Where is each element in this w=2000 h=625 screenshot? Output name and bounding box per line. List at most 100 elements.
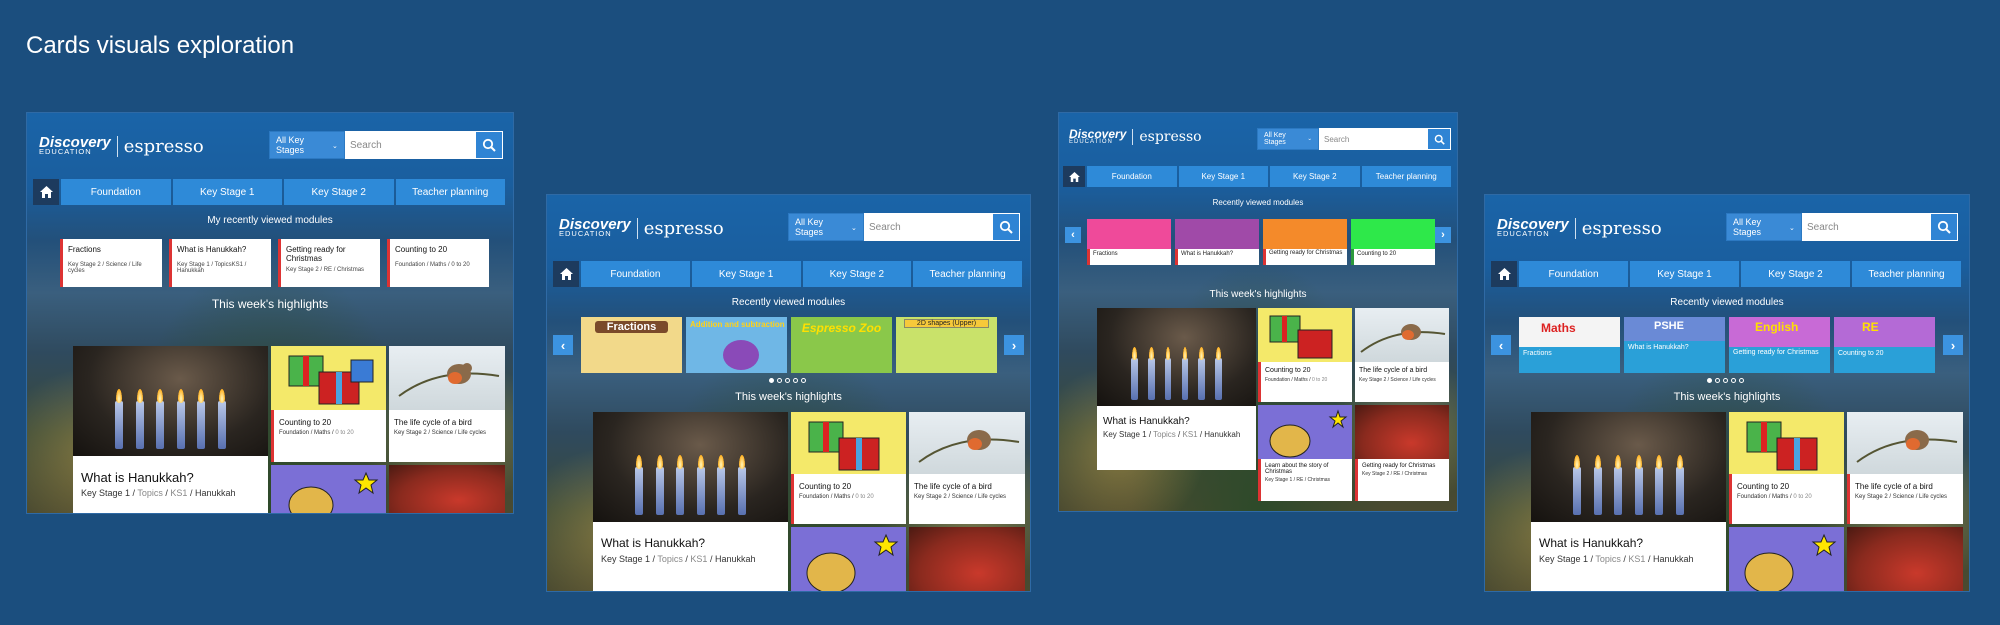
highlight-card-kings[interactable] [1729,527,1844,591]
chevron-right-icon: › [1441,229,1445,241]
highlights-heading: This week's highlights [735,391,842,403]
highlight-meta: Key Stage 2 / Science / Life cycles [1359,377,1436,383]
carousel-prev-button[interactable]: ‹ [1491,335,1511,355]
search-input[interactable]: Search [1802,213,1930,241]
tab-foundation[interactable]: Foundation [1519,261,1628,287]
recent-thumb[interactable]: 2D shapes (Upper) [896,317,997,373]
tab-key-stage-1[interactable]: Key Stage 1 [691,261,801,287]
recent-thumb[interactable]: Fractions [1087,219,1171,265]
brand-logo[interactable]: Discovery EDUCATION espresso [559,217,724,239]
frame-3: Discovery EDUCATION espresso All Key Stag… [1058,112,1458,512]
chevron-down-icon: ⌄ [850,222,857,232]
recent-thumb[interactable]: Espresso Zoo [791,317,892,373]
home-button[interactable] [33,179,59,205]
highlight-meta: Key Stage 2 / Science / Life cycles [394,430,487,436]
recent-module-card[interactable]: Counting to 20 Foundation / Maths / 0 to … [387,239,489,287]
recent-module-card[interactable]: Getting ready for Christmas Key Stage 2 /… [278,239,380,287]
search-button[interactable] [1930,213,1958,241]
carousel-next-button[interactable]: › [1435,227,1451,243]
tab-foundation[interactable]: Foundation [61,179,171,205]
search-input[interactable]: Search [345,131,475,159]
highlight-card-hanukkah[interactable]: What is Hanukkah? Key Stage 1 / Topics /… [73,346,268,513]
christmas-girl-image [909,527,1025,591]
highlight-card-story[interactable]: Learn about the story of Christmas Key S… [1258,405,1352,501]
tab-key-stage-2[interactable]: Key Stage 2 [1270,166,1360,187]
search-button[interactable] [475,131,503,159]
tab-key-stage-1[interactable]: Key Stage 1 [1630,261,1739,287]
christmas-girl-image [389,465,505,513]
recent-thumb[interactable]: Fractions [581,317,682,373]
key-stage-select[interactable]: All Key Stages ⌄ [1257,128,1319,150]
home-button[interactable] [553,261,579,287]
tab-key-stage-1[interactable]: Key Stage 1 [1178,166,1268,187]
recent-thumb[interactable]: English Getting ready for Christmas [1729,317,1830,373]
highlight-card-bird[interactable]: The life cycle of a bird Key Stage 2 / S… [1847,412,1963,524]
highlight-card-bird[interactable]: The life cycle of a bird Key Stage 2 / S… [909,412,1025,524]
key-stage-select[interactable]: All Key Stages ⌄ [269,131,345,159]
highlight-card-christmas[interactable] [1847,527,1963,591]
highlight-card-hanukkah[interactable]: What is Hanukkah? Key Stage 1 / Topics /… [1097,308,1256,470]
three-kings-image [791,527,906,591]
recent-thumb[interactable]: What is Hanukkah? [1175,219,1259,265]
recent-thumb[interactable]: RE Counting to 20 [1834,317,1935,373]
recent-thumb-label: Fractions [1087,249,1171,265]
search-input[interactable]: Search [864,213,992,241]
highlight-card-counting[interactable]: Counting to 20 Foundation / Maths / 0 to… [791,412,906,524]
key-stage-select[interactable]: All Key Stages ⌄ [788,213,864,241]
highlight-card-hanukkah[interactable]: What is Hanukkah? Key Stage 1 / Topics /… [593,412,788,591]
brand-espresso: espresso [643,217,724,239]
tab-teacher-planning[interactable]: Teacher planning [1361,166,1451,187]
tab-key-stage-2[interactable]: Key Stage 2 [284,179,394,205]
brand-logo[interactable]: Discovery EDUCATION espresso [39,135,204,157]
recent-thumb[interactable]: Counting to 20 [1351,219,1435,265]
highlight-meta: Key Stage 1 / RE / Christmas [1265,477,1331,483]
highlight-card-kings[interactable] [271,465,386,513]
recent-module-card[interactable]: What is Hanukkah? Key Stage 1 / TopicsKS1… [169,239,271,287]
recent-thumb[interactable]: Addition and subtraction [686,317,787,373]
highlight-title: Counting to 20 [1737,482,1790,491]
key-stage-select[interactable]: All Key Stages ⌄ [1726,213,1802,241]
recent-thumb[interactable]: PSHE What is Hanukkah? [1624,317,1725,373]
brand-logo[interactable]: Discovery EDUCATION espresso [1069,128,1202,146]
carousel-dots[interactable] [769,378,806,383]
highlight-card-counting[interactable]: Counting to 20 Foundation / Maths / 0 to… [1729,412,1844,524]
highlight-card-kings[interactable] [791,527,906,591]
tab-key-stage-2[interactable]: Key Stage 2 [802,261,912,287]
highlight-card-ready[interactable]: Getting ready for Christmas Key Stage 2 … [1355,405,1449,501]
carousel-prev-button[interactable]: ‹ [553,335,573,355]
recent-module-card[interactable]: Fractions Key Stage 2 / Science / Life cy… [60,239,162,287]
home-button[interactable] [1063,166,1085,187]
tab-foundation[interactable]: Foundation [1087,166,1177,187]
carousel-next-button[interactable]: › [1943,335,1963,355]
highlight-card-bird[interactable]: The life cycle of a bird Key Stage 2 / S… [1355,308,1449,402]
recent-thumb[interactable]: Getting ready for Christmas [1263,219,1347,265]
highlight-card-hanukkah[interactable]: What is Hanukkah? Key Stage 1 / Topics /… [1531,412,1726,591]
frame-4: Discovery EDUCATION espresso All Key Stag… [1484,194,1970,592]
carousel-dots[interactable] [1707,378,1744,383]
search-icon [1434,134,1445,145]
search-button[interactable] [992,213,1020,241]
recent-card-meta: Key Stage 2 / RE / Christmas [286,267,365,273]
recent-modules-heading: Recently viewed modules [731,297,846,308]
highlight-card-bird[interactable]: The life cycle of a bird Key Stage 2 / S… [389,346,505,462]
highlight-card-counting[interactable]: Counting to 20 Foundation / Maths / 0 to… [271,346,386,462]
tab-key-stage-2[interactable]: Key Stage 2 [1741,261,1850,287]
highlight-card-christmas[interactable] [909,527,1025,591]
tab-teacher-planning[interactable]: Teacher planning [913,261,1022,287]
recent-thumb[interactable]: Maths Fractions [1519,317,1620,373]
brand-logo[interactable]: Discovery EDUCATION espresso [1497,217,1662,239]
recent-thumb-label: Espresso Zoo [801,321,882,335]
tab-key-stage-1[interactable]: Key Stage 1 [172,179,282,205]
carousel-prev-button[interactable]: ‹ [1065,227,1081,243]
tab-foundation[interactable]: Foundation [581,261,690,287]
carousel-next-button[interactable]: › [1004,335,1024,355]
search-input[interactable]: Search [1319,128,1427,150]
tab-teacher-planning[interactable]: Teacher planning [1852,261,1961,287]
gifts-image [271,346,386,410]
search-button[interactable] [1427,128,1451,150]
highlight-card-christmas[interactable] [389,465,505,513]
highlight-card-counting[interactable]: Counting to 20 Foundation / Maths / 0 to… [1258,308,1352,402]
home-button[interactable] [1491,261,1517,287]
tab-teacher-planning[interactable]: Teacher planning [395,179,505,205]
highlight-title: The life cycle of a bird [914,482,992,491]
